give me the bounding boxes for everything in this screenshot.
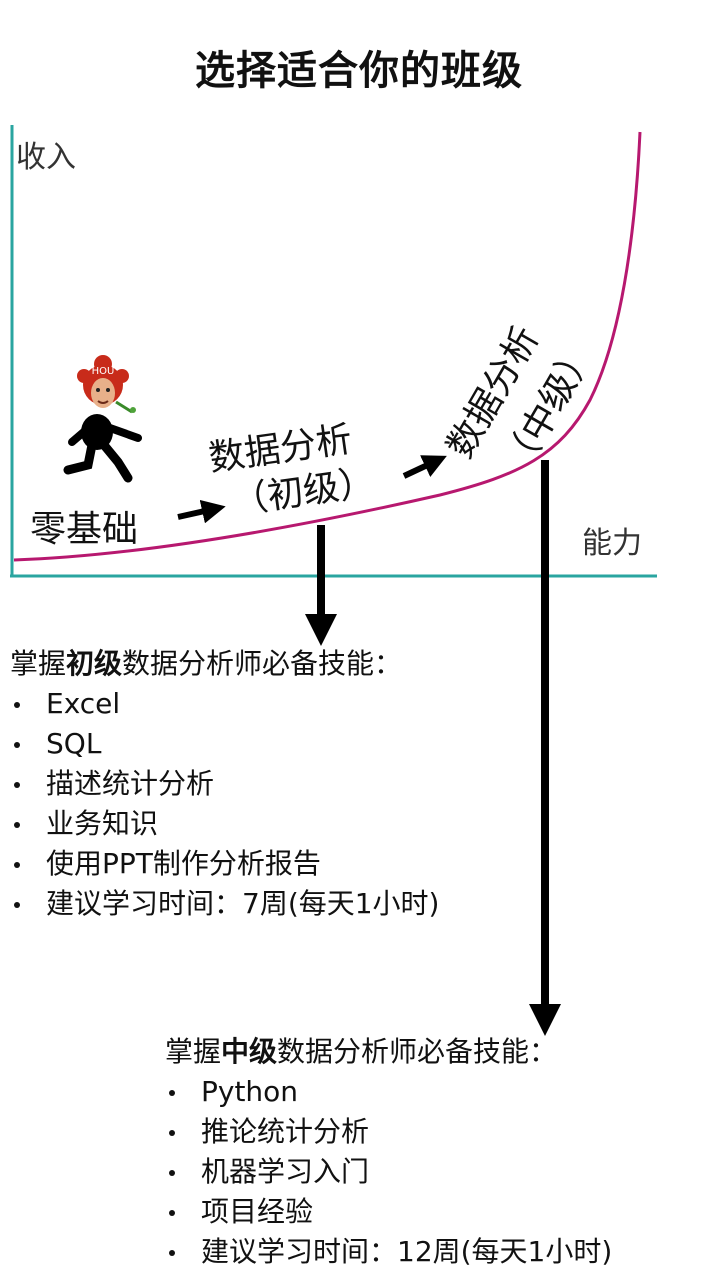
list-item: 业务知识 — [10, 804, 439, 844]
primary-skills-heading: 掌握初级数据分析师必备技能： — [10, 644, 439, 684]
arrow-primary-to-mid — [402, 455, 447, 479]
list-item: 建议学习时间：7周(每天1小时) — [10, 884, 439, 924]
list-item: 使用PPT制作分析报告 — [10, 844, 439, 884]
heading-prefix: 掌握 — [165, 1035, 222, 1068]
list-item: SQL — [10, 724, 439, 764]
list-item: 建议学习时间：12周(每天1小时) — [165, 1232, 612, 1272]
primary-skill-list: Excel SQL 描述统计分析 业务知识 使用PPT制作分析报告 建议学习时间… — [10, 684, 439, 924]
list-item: 机器学习入门 — [165, 1152, 612, 1192]
intermediate-skills-heading: 掌握中级数据分析师必备技能： — [165, 1032, 612, 1072]
list-item: Python — [165, 1072, 612, 1112]
x-axis-label: 能力 — [582, 526, 642, 561]
arrow-zero-to-primary — [177, 499, 226, 524]
mascot-badge: HOU — [92, 366, 115, 377]
heading-level: 初级 — [66, 647, 123, 680]
heading-suffix: 数据分析师必备技能： — [122, 647, 403, 680]
y-axis-label: 收入 — [16, 140, 76, 175]
running-monkey-mascot: HOU — [63, 355, 142, 483]
primary-skills-block: 掌握初级数据分析师必备技能： Excel SQL 描述统计分析 业务知识 使用P… — [10, 644, 439, 924]
list-item: Excel — [10, 684, 439, 724]
intermediate-skill-list: Python 推论统计分析 机器学习入门 项目经验 建议学习时间：12周(每天1… — [165, 1072, 612, 1272]
heading-prefix: 掌握 — [10, 647, 67, 680]
stage-zero-label: 零基础 — [30, 509, 139, 550]
list-item: 推论统计分析 — [165, 1112, 612, 1152]
list-item: 描述统计分析 — [10, 764, 439, 804]
intermediate-skills-block: 掌握中级数据分析师必备技能： Python 推论统计分析 机器学习入门 项目经验… — [165, 1032, 612, 1272]
heading-suffix: 数据分析师必备技能： — [277, 1035, 558, 1068]
heading-level: 中级 — [221, 1035, 278, 1068]
list-item: 项目经验 — [165, 1192, 612, 1232]
